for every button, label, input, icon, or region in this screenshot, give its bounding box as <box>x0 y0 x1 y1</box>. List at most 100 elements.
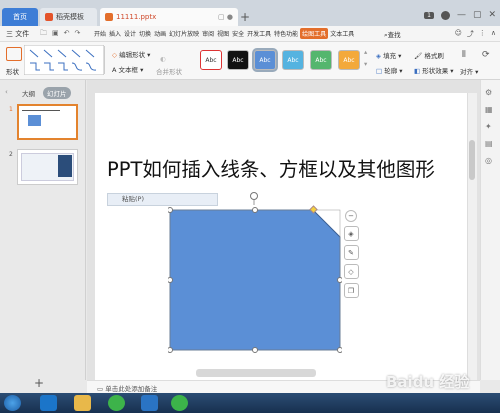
shape-style-button[interactable]: Abc <box>254 50 276 70</box>
ie-icon[interactable] <box>40 395 57 411</box>
textbox-label: 文本框 <box>118 66 139 74</box>
fill-button[interactable]: ◈ 填充 ▾ <box>376 50 401 60</box>
outline-button[interactable]: □ 轮廓 ▾ <box>376 65 403 75</box>
file-menu[interactable]: 三 文件 <box>6 29 29 39</box>
new-tab-button[interactable]: + <box>240 10 250 24</box>
merge-shape-button[interactable]: 合并形状 <box>156 66 182 76</box>
template-panel-icon[interactable]: ▤ <box>485 139 495 148</box>
open-icon[interactable]: 🗀 <box>40 29 47 40</box>
menu-tab[interactable]: 文本工具 <box>329 28 355 39</box>
minimize-icon[interactable]: — <box>457 10 466 20</box>
settings-icon[interactable]: ⚙ <box>485 88 495 97</box>
format-brush-button[interactable]: 🖌 格式刷 <box>414 50 444 60</box>
textbox-button[interactable]: A 文本框 ▾ <box>112 64 143 74</box>
slide-number: 2 <box>9 151 13 158</box>
add-slide-button[interactable]: + <box>34 376 44 390</box>
menu-tab[interactable]: 视图 <box>216 28 230 39</box>
more-icon[interactable]: ⋮ <box>479 29 486 39</box>
menu-tab[interactable]: 绘图工具 <box>300 28 329 39</box>
shape-label[interactable]: 形状 <box>6 66 19 76</box>
slide-thumbnail-1[interactable] <box>17 104 78 140</box>
menu-tab[interactable]: 开发工具 <box>246 28 272 39</box>
collapse-ribbon-icon[interactable]: ∧ <box>491 29 496 39</box>
tab-file[interactable]: 11111.pptx ▢ ● <box>100 8 238 26</box>
menu-tab[interactable]: 插入 <box>108 28 122 39</box>
shape-style-button[interactable]: Abc <box>227 50 249 70</box>
edit-shape-icon: ◇ <box>112 51 117 59</box>
tab-home[interactable]: 首页 <box>2 8 38 26</box>
undo-icon[interactable]: ↶ <box>64 29 70 40</box>
menu-tab[interactable]: 开始 <box>93 28 107 39</box>
redo-icon[interactable]: ↷ <box>75 29 81 40</box>
align-label: 对齐 <box>460 68 473 76</box>
notification-badge[interactable]: 1 <box>424 11 434 19</box>
folder-icon[interactable] <box>74 395 91 411</box>
tab-file-label: 11111.pptx <box>116 13 157 21</box>
tab-outline[interactable]: 大纲 <box>18 87 39 99</box>
comment-icon[interactable]: ☺ <box>455 29 462 39</box>
collapse-icon[interactable]: − <box>345 210 357 222</box>
shape-icon[interactable] <box>6 47 22 61</box>
edit-shape-button[interactable]: ◇ 编辑形状 ▾ <box>112 49 150 59</box>
shape-style-button[interactable]: Abc <box>200 50 222 70</box>
rotate-icon[interactable]: ⟳ <box>482 50 490 60</box>
window-controls: 1 — ▢ ✕ <box>424 10 496 20</box>
share-icon[interactable]: ⤴ <box>467 29 474 39</box>
menu-tab[interactable]: 幻灯片放映 <box>168 28 200 39</box>
style-scroll-down[interactable]: ▾ <box>364 60 367 68</box>
slide-title[interactable]: PPT如何插入线条、方框以及其他图形 <box>107 153 435 182</box>
save-icon[interactable]: ▣ <box>52 29 59 40</box>
fill-icon: ◈ <box>376 52 381 60</box>
menu-tab[interactable]: 审阅 <box>201 28 215 39</box>
line-gallery[interactable] <box>24 45 104 75</box>
help-icon[interactable]: ◎ <box>485 156 495 165</box>
shape-effect-icon: ◧ <box>414 67 421 75</box>
tab-template[interactable]: 稻壳模板 <box>40 8 97 26</box>
vertical-scroll-thumb[interactable] <box>469 140 475 180</box>
format-brush-label: 格式刷 <box>424 52 444 60</box>
browser-icon[interactable] <box>108 395 125 411</box>
pen-icon[interactable]: ✎ <box>343 245 359 260</box>
wps-icon[interactable] <box>141 395 158 411</box>
wechat-icon[interactable] <box>171 395 188 411</box>
fill-bucket-icon[interactable]: ◇ <box>343 264 359 279</box>
align-button[interactable]: 对齐 ▾ <box>460 66 478 76</box>
animation-icon[interactable]: ✦ <box>485 122 495 131</box>
ribbon-tabs: 开始 插入 设计 切换 动画 幻灯片放映 审阅 视图 安全 开发工具 特色功能 绘图工具 文本工具 <box>93 28 355 39</box>
shape-style-button[interactable]: Abc <box>310 50 332 70</box>
merge-shape-icon: ◐ <box>160 55 166 63</box>
tab-slides[interactable]: 幻灯片 <box>43 87 71 99</box>
slide-thumbnail-2[interactable] <box>17 149 78 185</box>
tab-template-label: 稻壳模板 <box>56 13 84 21</box>
gallery-scroll[interactable] <box>104 46 108 74</box>
maximize-icon[interactable]: ▢ <box>473 10 482 20</box>
layers-icon[interactable]: ◈ <box>343 226 359 241</box>
close-icon[interactable]: ✕ <box>488 10 496 20</box>
start-button-icon[interactable] <box>4 395 21 411</box>
menu-tab[interactable]: 动画 <box>153 28 167 39</box>
style-scroll-up[interactable]: ▴ <box>364 48 367 56</box>
align-icon: ⫴ <box>462 50 466 60</box>
file-menu-label: 三 文件 <box>6 30 30 38</box>
right-menu-icons: ☺ ⤴ ⋮ ∧ <box>455 29 496 39</box>
menu-tab[interactable]: 特色功能 <box>273 28 299 39</box>
layout-icon[interactable]: ▦ <box>485 105 495 114</box>
menu-tab[interactable]: 设计 <box>123 28 137 39</box>
avatar[interactable] <box>440 10 450 20</box>
shape-style-button[interactable]: Abc <box>282 50 304 70</box>
outline-label: 轮廓 <box>384 67 398 75</box>
horizontal-scrollbar[interactable] <box>196 369 316 377</box>
vertical-scrollbar[interactable] <box>467 93 477 380</box>
shape-style-button[interactable]: Abc <box>338 50 360 70</box>
close-tab-icon[interactable]: ▢ ● <box>218 13 233 21</box>
menu-tab[interactable]: 切换 <box>138 28 152 39</box>
menu-tab[interactable]: 安全 <box>231 28 245 39</box>
rotate-handle-icon[interactable] <box>249 191 259 205</box>
selected-shape[interactable] <box>168 205 342 355</box>
slide-number: 1 <box>9 106 13 113</box>
collapse-pane-icon[interactable]: ‹ <box>5 88 8 96</box>
shape-effect-button[interactable]: ◧ 形状效果 ▾ <box>414 65 454 75</box>
outline-icon: □ <box>376 67 383 75</box>
copy-icon[interactable]: ❐ <box>343 283 359 298</box>
search-button[interactable]: ⌕查找 <box>384 29 401 40</box>
